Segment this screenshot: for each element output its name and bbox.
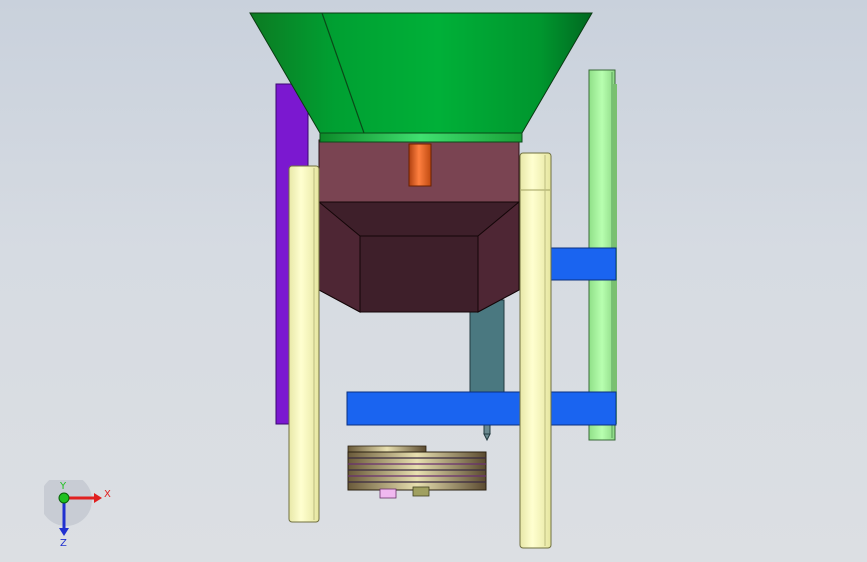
pulley-assembly[interactable]	[347, 445, 487, 499]
lower-crossbar[interactable]	[346, 391, 617, 426]
right-frame-post[interactable]	[519, 152, 552, 549]
axis-triad: X Y Z	[44, 480, 111, 549]
hopper-outlet-ring[interactable]	[319, 132, 523, 143]
upper-crossbar[interactable]	[547, 247, 617, 281]
x-axis-label: X	[104, 489, 111, 500]
housing-lower-chute[interactable]	[318, 200, 520, 313]
z-axis-label: Z	[60, 538, 67, 549]
cad-model-view[interactable]	[0, 0, 867, 562]
cad-viewport[interactable]: X Y Z	[0, 0, 867, 562]
y-axis-dot	[58, 492, 70, 504]
feed-rod[interactable]	[408, 143, 432, 187]
y-axis-label: Y	[59, 481, 67, 492]
left-frame-post[interactable]	[288, 165, 320, 523]
